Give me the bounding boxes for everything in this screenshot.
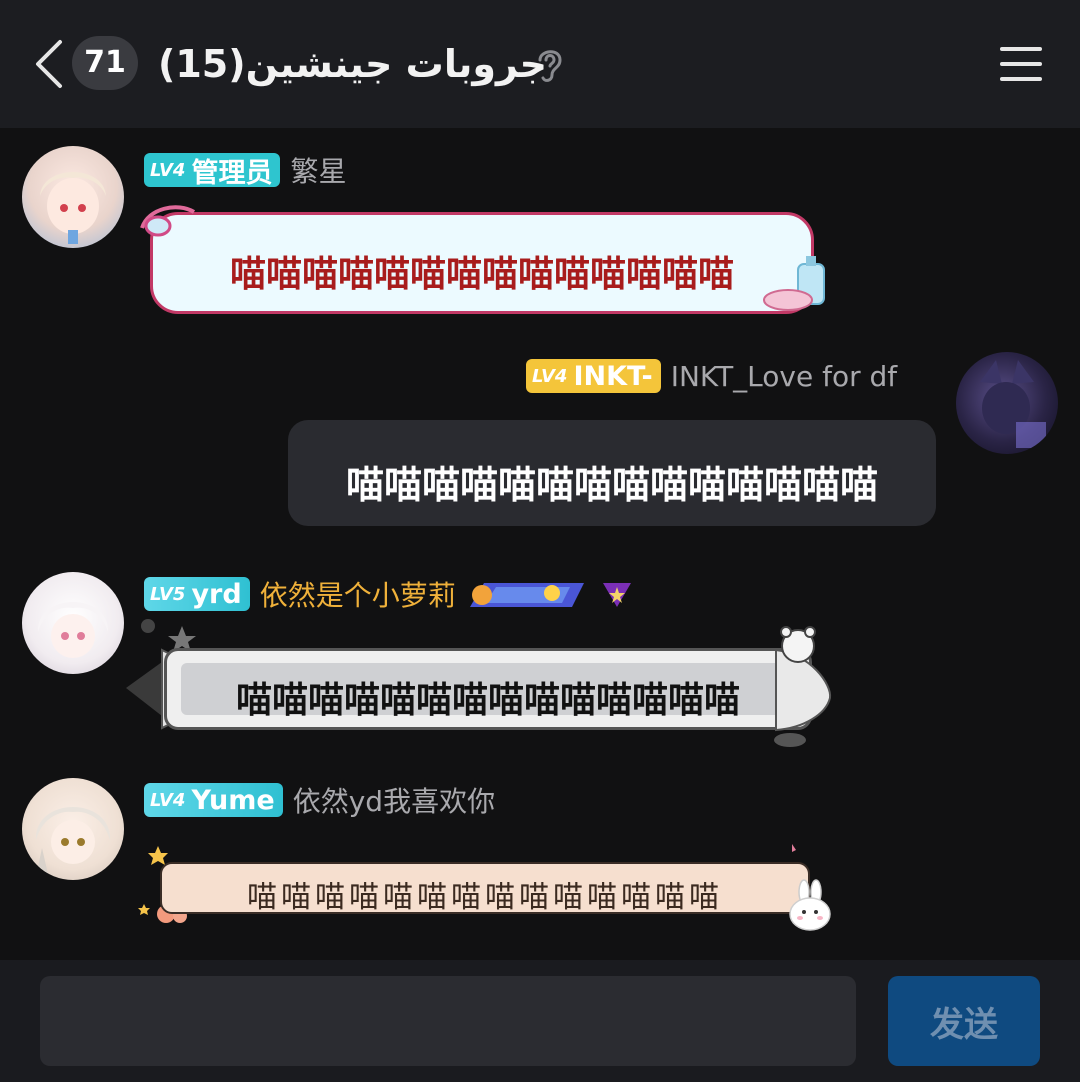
avatar[interactable] bbox=[22, 778, 124, 880]
sender-nickname[interactable]: 依然yd我喜欢你 bbox=[293, 780, 495, 820]
level-badge: LV4 INKT- bbox=[526, 359, 661, 393]
avatar[interactable] bbox=[22, 572, 124, 674]
rocket-nose-bear-sticker-icon bbox=[774, 626, 832, 747]
title-badge-label: yrd bbox=[191, 578, 242, 610]
unread-count-badge[interactable]: 71 bbox=[72, 36, 138, 90]
send-button[interactable]: 发送 bbox=[888, 976, 1040, 1066]
level-badge: LV5 yrd bbox=[144, 577, 250, 611]
title-badge-label: INKT- bbox=[573, 360, 653, 392]
sender-info: LV4 Yume 依然yd我喜欢你 bbox=[144, 780, 495, 820]
avatar[interactable] bbox=[22, 146, 124, 248]
message-bubble[interactable]: 喵喵喵喵喵喵喵喵喵喵喵喵喵喵 bbox=[160, 862, 810, 915]
sender-info: LV4 INKT- INKT_Love for df bbox=[526, 356, 897, 396]
message-bubble[interactable]: 喵喵喵喵喵喵喵喵喵喵喵喵喵喵 bbox=[288, 420, 936, 526]
title-badge-label: 管理员 bbox=[191, 157, 273, 189]
title-badge-label: Yume bbox=[191, 784, 275, 816]
goggles-sticker-icon bbox=[140, 205, 196, 237]
level-badge: LV4 Yume bbox=[144, 783, 283, 817]
chat-header: 71 (15)جروبات جينشين bbox=[0, 0, 1080, 128]
sender-nickname[interactable]: INKT_Love for df bbox=[671, 360, 897, 393]
level-label: LV4 bbox=[532, 365, 568, 387]
level-label: LV4 bbox=[150, 159, 186, 181]
level-label: LV4 bbox=[150, 789, 186, 811]
bunny-sticker-icon bbox=[789, 844, 831, 931]
message-input[interactable] bbox=[40, 976, 856, 1066]
message-bubble[interactable]: 喵喵喵喵喵喵喵喵喵喵喵喵喵喵 bbox=[150, 212, 814, 314]
message-text: 喵喵喵喵喵喵喵喵喵喵喵喵喵喵 bbox=[247, 880, 723, 915]
vip-medal-icon bbox=[469, 583, 584, 607]
sender-info: LV4 管理员 繁星 bbox=[144, 150, 346, 190]
rank-triangle-icon bbox=[602, 583, 631, 607]
sender-nickname[interactable]: 繁星 bbox=[290, 150, 346, 190]
message-text: 喵喵喵喵喵喵喵喵喵喵喵喵喵喵 bbox=[345, 463, 878, 507]
menu-icon[interactable] bbox=[998, 44, 1044, 84]
level-label: LV5 bbox=[150, 583, 186, 605]
message-bubble[interactable]: 喵喵喵喵喵喵喵喵喵喵喵喵喵喵 bbox=[164, 648, 812, 730]
sender-info: LV5 yrd 依然是个小萝莉 bbox=[144, 574, 634, 614]
avatar[interactable] bbox=[956, 352, 1058, 454]
back-icon[interactable] bbox=[30, 38, 70, 90]
message-text: 喵喵喵喵喵喵喵喵喵喵喵喵喵喵 bbox=[235, 680, 740, 721]
soap-bottle-sticker-icon bbox=[763, 256, 825, 311]
ear-icon[interactable] bbox=[532, 44, 568, 84]
sender-nickname[interactable]: 依然是个小萝莉 bbox=[260, 574, 456, 614]
level-badge: LV4 管理员 bbox=[144, 153, 281, 189]
message-text: 喵喵喵喵喵喵喵喵喵喵喵喵喵喵 bbox=[229, 254, 734, 295]
room-title: (15)جروبات جينشين bbox=[158, 42, 548, 86]
